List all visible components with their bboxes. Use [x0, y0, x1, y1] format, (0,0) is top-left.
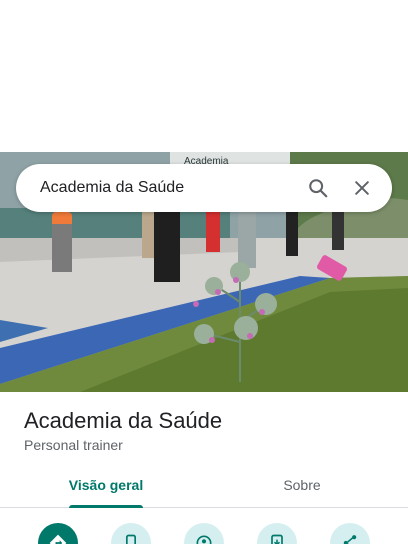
- action-buttons: [0, 516, 408, 544]
- search-button[interactable]: [300, 170, 336, 206]
- phone-icon: [126, 534, 136, 544]
- active-tab-indicator: [69, 505, 143, 508]
- save-to-phone-icon: [271, 534, 283, 544]
- tab-about[interactable]: Sobre: [200, 462, 404, 508]
- share-button[interactable]: [330, 523, 370, 544]
- tab-bar: Visão geral Sobre: [0, 462, 408, 508]
- directions-button[interactable]: [38, 523, 78, 544]
- top-blank-area: [0, 0, 408, 152]
- nearby-icon: [196, 535, 212, 544]
- share-icon: [343, 535, 357, 544]
- search-bar[interactable]: Academia da Saúde: [16, 164, 392, 212]
- search-input[interactable]: Academia da Saúde: [40, 179, 292, 197]
- place-category[interactable]: Personal trainer: [24, 437, 123, 453]
- place-title: Academia da Saúde: [24, 408, 223, 433]
- call-button[interactable]: [111, 523, 151, 544]
- send-to-phone-button[interactable]: [257, 523, 297, 544]
- tab-overview[interactable]: Visão geral: [4, 462, 208, 508]
- nearby-button[interactable]: [184, 523, 224, 544]
- search-icon: [309, 179, 328, 198]
- close-button[interactable]: [344, 170, 380, 206]
- directions-icon: [49, 534, 67, 544]
- close-icon: [355, 181, 369, 195]
